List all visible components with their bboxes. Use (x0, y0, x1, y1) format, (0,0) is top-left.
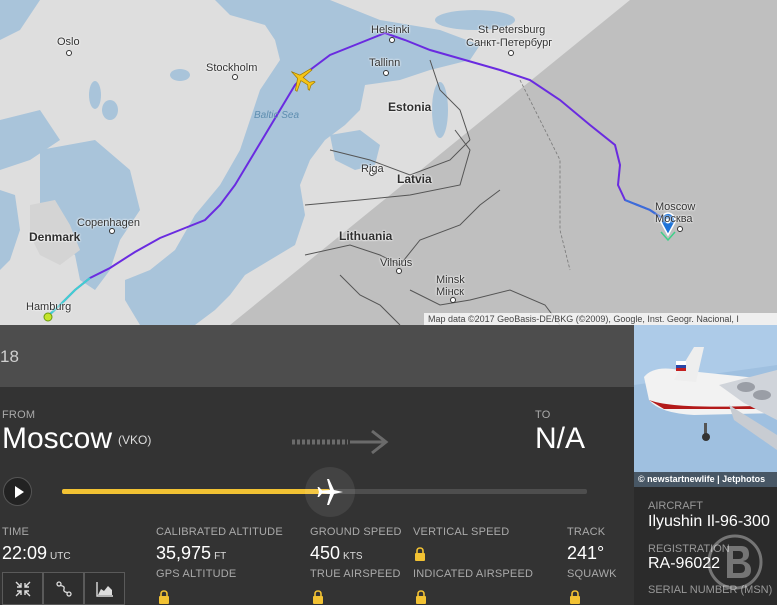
calibrated-altitude-value: 35,975 FT (156, 543, 227, 563)
to-label: TO (535, 409, 551, 421)
true-airspeed-label: TRUE AIRSPEED (310, 568, 401, 580)
vertical-speed-label: VERTICAL SPEED (413, 526, 510, 538)
ground-speed-value: 450 KTS (310, 543, 363, 563)
flight-header-bar (0, 325, 634, 387)
city-dot (389, 37, 395, 43)
from-city: Moscow (VKO) (2, 422, 152, 455)
flight-progress-fill (62, 489, 330, 494)
chart-button[interactable] (84, 572, 125, 605)
direction-arrow-icon (292, 429, 389, 455)
city-dot (383, 70, 389, 76)
city-moscow: Moscow (655, 201, 696, 213)
flight-id: 18 (0, 347, 19, 366)
photo-credit[interactable]: © newstartnewlife | Jetphotos (634, 472, 777, 487)
city-dot (232, 74, 238, 80)
city-oslo: Oslo (57, 36, 80, 48)
lock-icon (159, 590, 169, 604)
route-icon (56, 581, 72, 597)
route-button[interactable] (43, 572, 84, 605)
city-dot (66, 50, 72, 56)
city-st-petersburg-ru: Санкт-Петербург (466, 37, 553, 49)
city-tallinn: Tallinn (369, 57, 401, 69)
track-label: TRACK (567, 526, 606, 538)
map-credit[interactable]: Map data ©2017 GeoBasis-DE/BKG (©2009), … (424, 313, 777, 325)
chart-icon (96, 582, 113, 597)
city-minsk-ru: Мінск (436, 286, 464, 298)
city-riga: Riga (361, 163, 384, 175)
country-lithuania: Lithuania (339, 229, 393, 243)
country-latvia: Latvia (397, 172, 432, 186)
city-st-petersburg: St Petersburg (478, 24, 546, 36)
aircraft-photo-image (634, 325, 777, 487)
to-city: N/A (535, 422, 586, 455)
map-view[interactable]: Oslo Stockholm Helsinki St Petersburg Са… (0, 0, 777, 325)
from-code: (VKO) (118, 433, 152, 447)
city-dot (677, 226, 683, 232)
country-denmark: Denmark (29, 230, 81, 244)
aircraft-marker-icon[interactable] (287, 64, 317, 94)
aircraft-photo[interactable] (634, 325, 777, 487)
time-label: TIME (2, 526, 30, 538)
city-dot (508, 50, 514, 56)
city-helsinki: Helsinki (371, 24, 410, 36)
city-vilnius: Vilnius (380, 257, 413, 269)
collapse-button[interactable] (2, 572, 43, 605)
from-label: FROM (2, 409, 36, 421)
time-value: 22:09 UTC (2, 543, 71, 563)
time-unit: UTC (50, 551, 71, 562)
flight-tracker-app: Oslo Stockholm Helsinki St Petersburg Са… (0, 0, 777, 605)
city-hamburg: Hamburg (26, 301, 72, 313)
lock-icon (313, 590, 323, 604)
country-estonia: Estonia (388, 100, 432, 114)
sea-baltic: Baltic Sea (254, 110, 300, 121)
calibrated-altitude-label: CALIBRATED ALTITUDE (156, 526, 283, 538)
altitude-unit: FT (214, 551, 227, 562)
plane-icon (317, 479, 343, 505)
track-value: 241° (567, 543, 605, 563)
city-stockholm: Stockholm (206, 62, 258, 74)
play-icon (15, 486, 24, 498)
ground-speed-label: GROUND SPEED (310, 526, 402, 538)
gps-altitude-label: GPS ALTITUDE (156, 568, 237, 580)
map-canvas[interactable] (0, 0, 777, 325)
aircraft-label: AIRCRAFT (648, 500, 703, 512)
progress-plane-handle[interactable] (304, 467, 355, 517)
city-moscow-ru: Москва (655, 213, 693, 225)
indicated-airspeed-label: INDICATED AIRSPEED (413, 568, 534, 580)
speed-unit: KTS (343, 551, 363, 562)
lock-icon (416, 590, 426, 604)
aircraft-value: Ilyushin Il-96-300 (648, 513, 770, 530)
lock-icon (570, 590, 580, 604)
play-button[interactable] (3, 477, 32, 506)
watermark-logo-icon (707, 534, 763, 590)
city-copenhagen: Copenhagen (77, 217, 141, 229)
city-minsk: Minsk (436, 274, 465, 286)
lock-icon (415, 547, 425, 561)
collapse-icon (15, 581, 31, 597)
squawk-label: SQUAWK (567, 568, 617, 580)
